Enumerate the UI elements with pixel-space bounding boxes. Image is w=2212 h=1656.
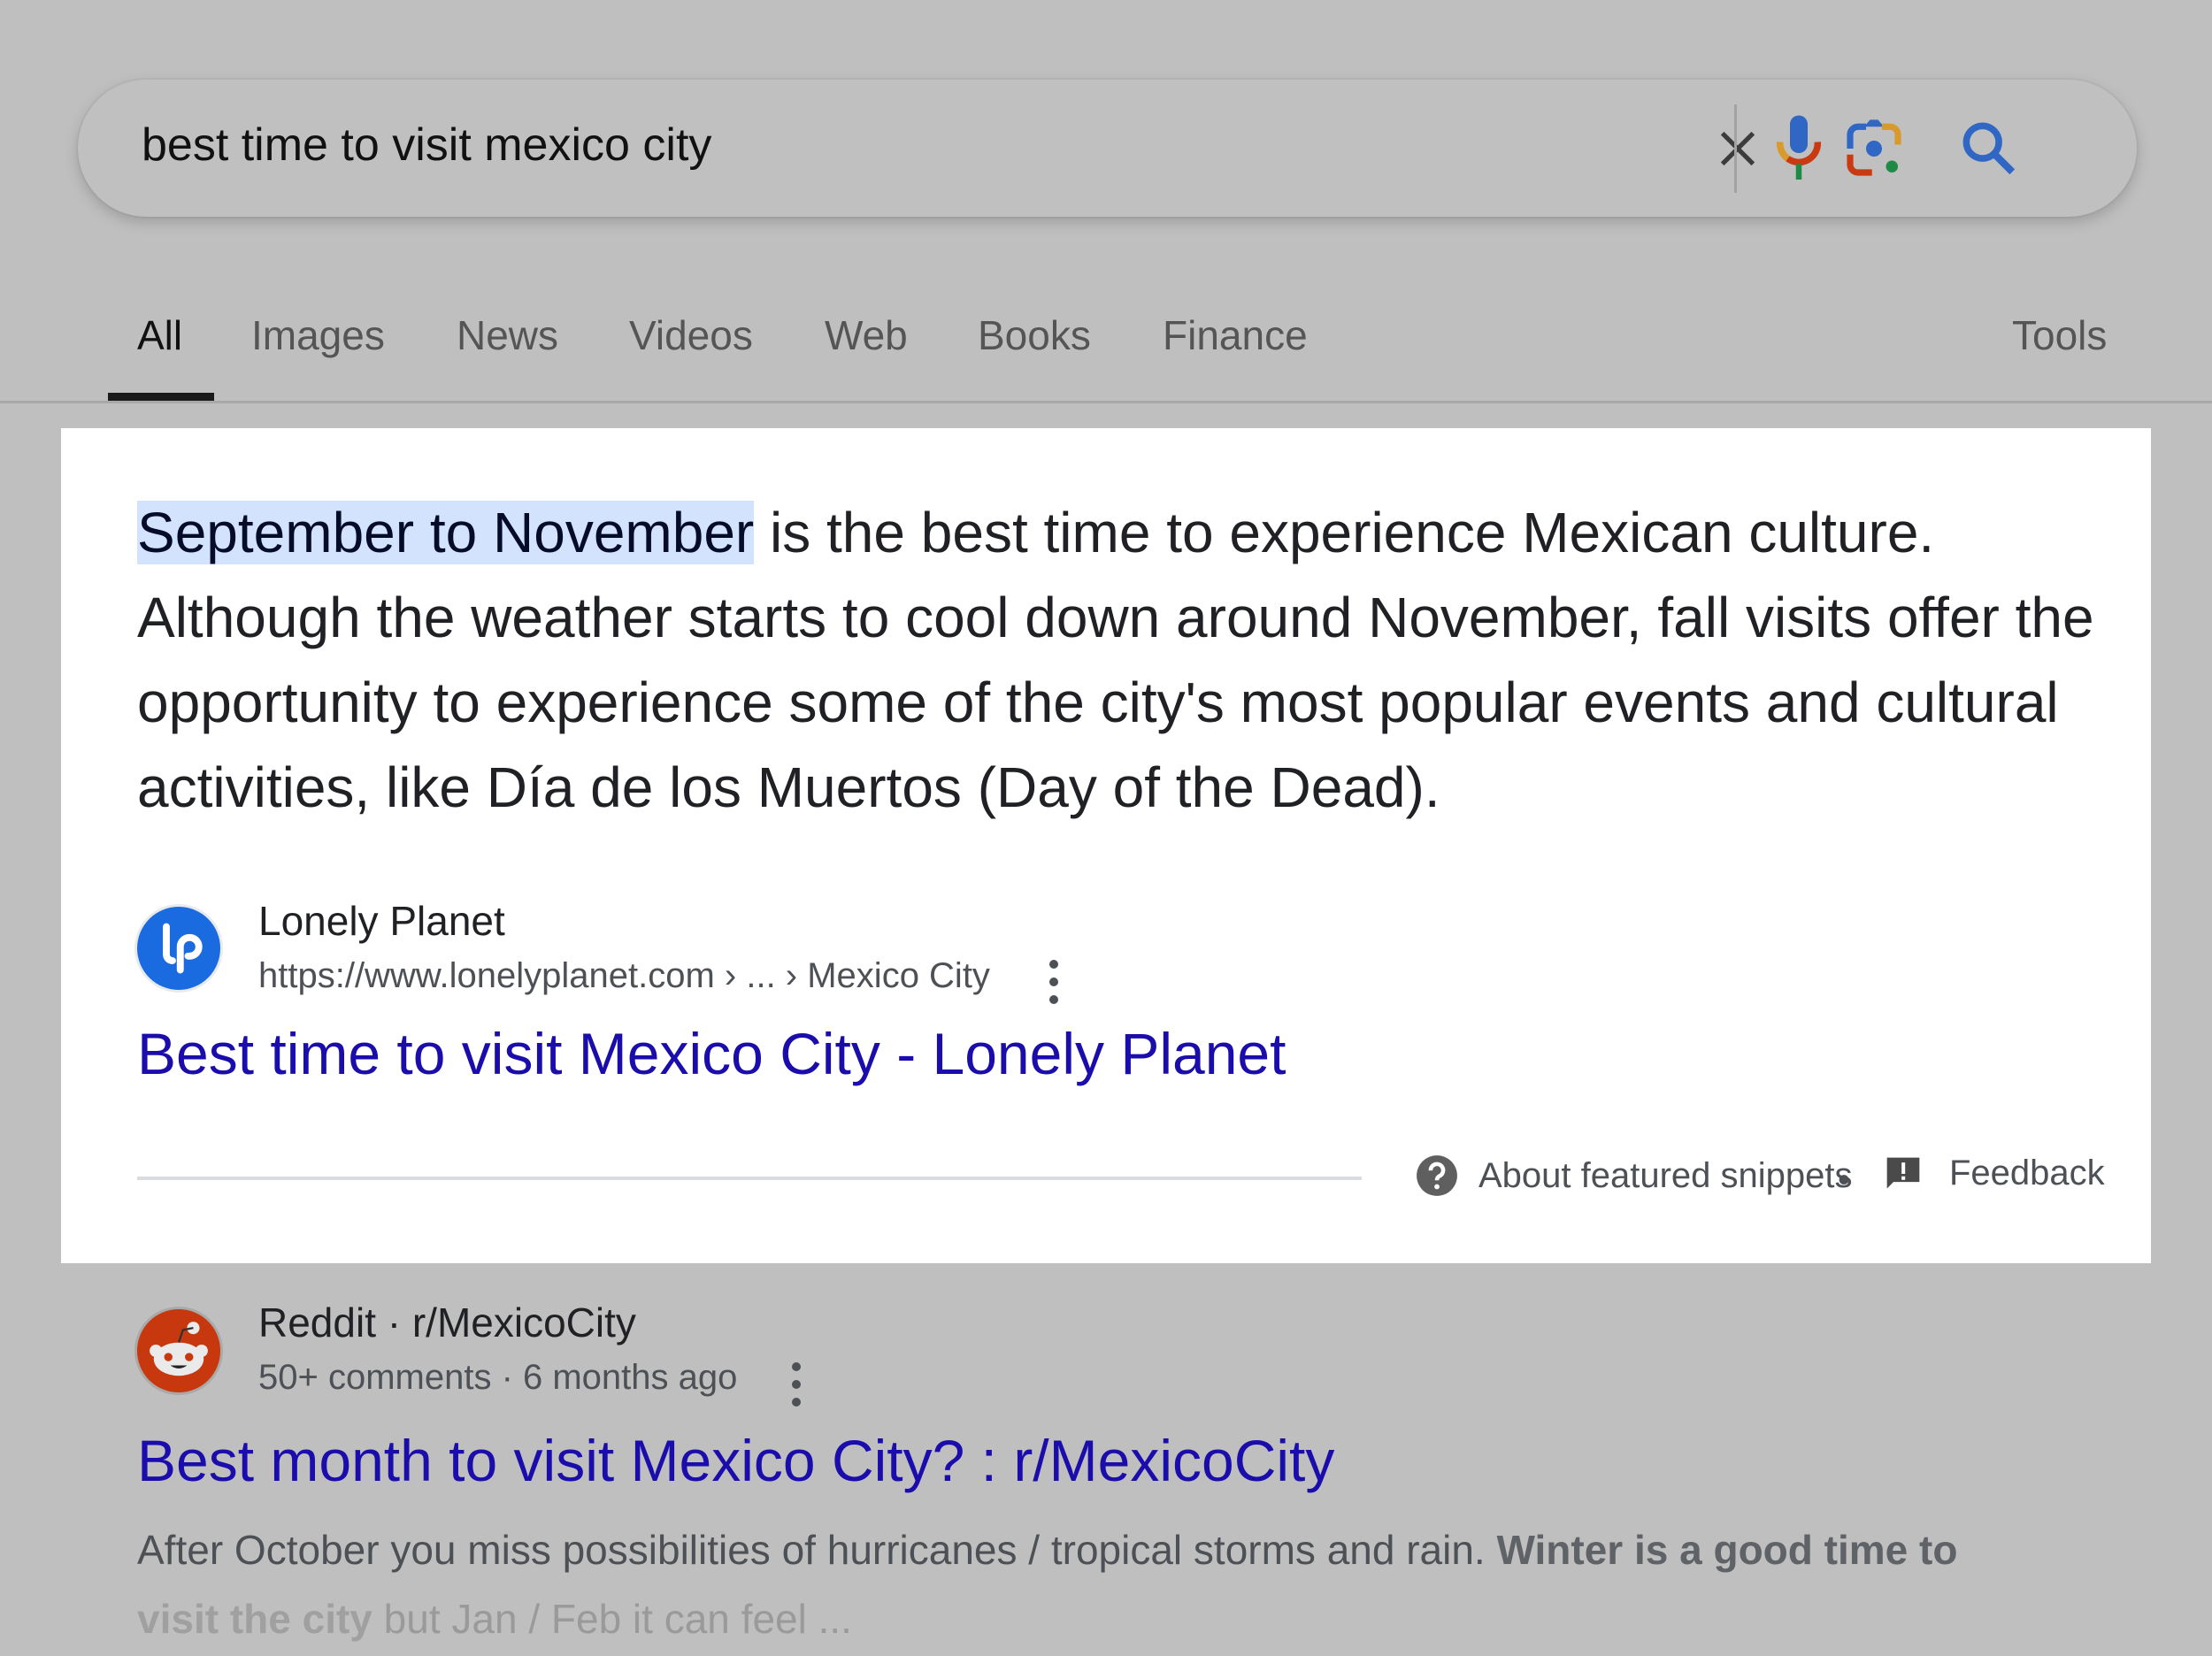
active-tab-indicator [108,393,214,401]
about-featured-snippets-link[interactable]: About featured snippets [1415,1154,1853,1198]
result-snippet: After October you miss possibilities of … [137,1515,2172,1653]
voice-search-button[interactable] [1763,113,1834,184]
search-button[interactable] [1954,113,2024,184]
search-input[interactable]: best time to visit mexico city [142,119,711,172]
lonely-planet-logo [137,907,220,990]
close-icon [1720,131,1755,166]
source-name: Lonely Planet [258,898,505,944]
lonely-planet-icon [163,923,203,974]
snippet-highlight: September to November [137,501,755,564]
tab-videos[interactable]: Videos [629,311,753,359]
tab-finance[interactable]: Finance [1163,311,1308,359]
result-more-options-button[interactable] [787,1362,805,1407]
result-source-name: Reddit · r/MexicoCity [258,1300,636,1346]
tools-button[interactable]: Tools [2012,311,2107,359]
google-lens-icon [1847,119,1901,176]
featured-snippet: September to November is the best time t… [61,428,2151,1263]
search-icon [1962,122,2016,175]
snippet-text: September to November is the best time t… [137,490,2137,830]
kebab-dot [1049,960,1058,969]
snippet-footer-divider [137,1177,1362,1180]
reddit-logo [137,1309,220,1392]
source-url[interactable]: https://www.lonelyplanet.com › ... › Mex… [258,956,990,996]
kebab-dot [792,1398,801,1407]
feedback-button[interactable]: Feedback [1884,1154,2105,1193]
feedback-icon [1886,1157,1920,1188]
tab-news[interactable]: News [457,311,558,359]
tab-images[interactable]: Images [251,311,385,359]
result-snippet-line: After October you miss possibilities of … [137,1515,2172,1584]
kebab-dot [792,1380,801,1389]
kebab-dot [1049,995,1058,1004]
snippet-bold: Winter is a good time to [1496,1527,1958,1573]
search-tabs: All Images News Videos Web Books Finance… [0,301,2212,407]
kebab-dot [1049,978,1058,986]
help-icon [1417,1155,1457,1196]
tab-books[interactable]: Books [978,311,1091,359]
tab-all[interactable]: All [137,311,182,359]
more-options-button[interactable] [1045,960,1063,1004]
search-bar: best time to visit mexico city [78,80,2137,217]
result-meta: 50+ comments · 6 months ago [258,1358,738,1397]
snippet-text: After October you miss possibilities of … [137,1527,1497,1573]
google-lens-button[interactable] [1839,113,1909,184]
microphone-icon [1776,115,1822,180]
reddit-icon [137,1309,220,1392]
about-label: About featured snippets [1479,1155,1853,1195]
footer-separator: • [1838,1161,1851,1200]
search-bar-divider [1734,104,1737,193]
result-title-link[interactable]: Best month to visit Mexico City? : r/Mex… [137,1427,1334,1494]
tabs-divider [0,401,2212,403]
result-title-link[interactable]: Best time to visit Mexico City - Lonely … [137,1020,1286,1087]
feedback-label: Feedback [1949,1154,2105,1192]
kebab-dot [792,1362,801,1371]
tab-web[interactable]: Web [825,311,908,359]
snippet-bold: visit the city [137,1596,373,1642]
snippet-text: but Jan / Feb it can feel ... [372,1596,852,1642]
clear-search-button[interactable] [1702,113,1773,184]
result-snippet-line: visit the city but Jan / Feb it can feel… [137,1584,2172,1653]
